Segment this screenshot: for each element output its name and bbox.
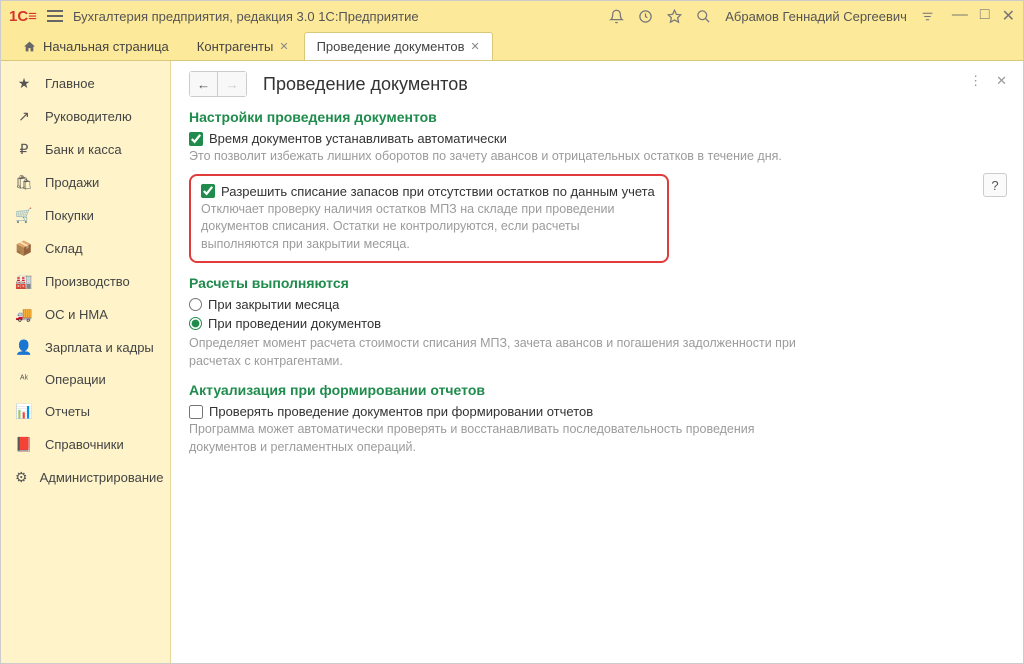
- radio-label: При проведении документов: [208, 316, 381, 331]
- tabbar: Начальная страница Контрагенты ✕ Проведе…: [1, 31, 1023, 61]
- sidebar-item-sales[interactable]: 🛍 Продажи: [1, 166, 170, 199]
- person-icon: 👤: [15, 339, 33, 356]
- section-settings-title: Настройки проведения документов: [189, 109, 1005, 125]
- sidebar-item-label: Администрирование: [40, 470, 164, 485]
- checkbox-input[interactable]: [201, 184, 215, 198]
- allow-writeoff-description: Отключает проверку наличия остатков МПЗ …: [201, 201, 657, 254]
- titlebar-actions: Абрамов Геннадий Сергеевич: [609, 9, 934, 24]
- maximize-button[interactable]: □: [980, 6, 990, 26]
- close-icon[interactable]: ✕: [279, 40, 288, 53]
- checkbox-label: Проверять проведение документов при форм…: [209, 404, 593, 419]
- sidebar-item-label: Склад: [45, 241, 83, 256]
- dtk-icon: ᴬᵏ: [15, 374, 33, 385]
- star-icon[interactable]: [667, 9, 682, 24]
- checkbox-input[interactable]: [189, 405, 203, 419]
- home-icon: [22, 40, 37, 53]
- auto-time-description: Это позволит избежать лишних оборотов по…: [189, 148, 1005, 166]
- search-icon[interactable]: [696, 9, 711, 24]
- filter-icon[interactable]: [921, 10, 934, 23]
- checkbox-check-reports[interactable]: Проверять проведение документов при форм…: [189, 404, 1005, 419]
- checkbox-label: Время документов устанавливать автоматич…: [209, 131, 507, 146]
- checkbox-label: Разрешить списание запасов при отсутстви…: [221, 184, 655, 199]
- content-header: ← → Проведение документов: [189, 71, 1005, 97]
- app-title: Бухгалтерия предприятия, редакция 3.0 1С…: [73, 9, 599, 24]
- nav-arrows: ← →: [189, 71, 247, 97]
- content-controls: ⋮ ✕: [969, 73, 1007, 89]
- calculations-description: Определяет момент расчета стоимости спис…: [189, 335, 809, 370]
- back-button[interactable]: ←: [190, 72, 218, 96]
- sidebar-item-bank[interactable]: ₽ Банк и касса: [1, 133, 170, 166]
- history-icon[interactable]: [638, 9, 653, 24]
- radio-input[interactable]: [189, 298, 202, 311]
- ruble-icon: ₽: [15, 141, 33, 158]
- checkbox-input[interactable]: [189, 132, 203, 146]
- sidebar-item-manager[interactable]: ↗ Руководителю: [1, 100, 170, 133]
- sidebar-item-purchases[interactable]: 🛒 Покупки: [1, 199, 170, 232]
- radio-on-document-post[interactable]: При проведении документов: [189, 316, 1005, 331]
- bars-icon: 📊: [15, 403, 33, 420]
- window-controls: — □ ✕: [952, 6, 1015, 26]
- radio-label: При закрытии месяца: [208, 297, 339, 312]
- book-icon: 📕: [15, 436, 33, 453]
- checkbox-allow-writeoff[interactable]: Разрешить списание запасов при отсутстви…: [201, 184, 657, 199]
- sidebar-item-label: Производство: [45, 274, 130, 289]
- cart-icon: 🛒: [15, 207, 33, 224]
- tab-contragents-label: Контрагенты: [197, 39, 274, 54]
- sidebar-item-warehouse[interactable]: 📦 Склад: [1, 232, 170, 265]
- section-actualization-title: Актуализация при формировании отчетов: [189, 382, 1005, 398]
- radio-input[interactable]: [189, 317, 202, 330]
- sidebar-item-salary[interactable]: 👤 Зарплата и кадры: [1, 331, 170, 364]
- user-name[interactable]: Абрамов Геннадий Сергеевич: [725, 9, 907, 24]
- gear-icon: ⚙: [15, 469, 28, 486]
- sidebar-item-label: Операции: [45, 372, 106, 387]
- sidebar-item-label: Отчеты: [45, 404, 90, 419]
- sidebar-item-catalogs[interactable]: 📕 Справочники: [1, 428, 170, 461]
- sidebar-item-label: ОС и НМА: [45, 307, 108, 322]
- sidebar-item-label: Покупки: [45, 208, 94, 223]
- close-icon[interactable]: ✕: [470, 40, 479, 53]
- highlight-allow-writeoff: Разрешить списание запасов при отсутстви…: [189, 174, 669, 264]
- star-icon: ★: [15, 75, 33, 92]
- sidebar-item-reports[interactable]: 📊 Отчеты: [1, 395, 170, 428]
- section-calculations-title: Расчеты выполняются: [189, 275, 1005, 291]
- bell-icon[interactable]: [609, 9, 624, 24]
- bag-icon: 🛍: [15, 174, 33, 191]
- tab-home[interactable]: Начальная страница: [9, 32, 182, 60]
- truck-icon: 🚚: [15, 306, 33, 323]
- sidebar-item-label: Руководителю: [45, 109, 132, 124]
- help-button[interactable]: ?: [983, 173, 1007, 197]
- content-pane: ⋮ ✕ ← → Проведение документов ? Настройк…: [171, 61, 1023, 663]
- sidebar-item-label: Справочники: [45, 437, 124, 452]
- factory-icon: 🏭: [15, 273, 33, 290]
- actualization-description: Программа может автоматически проверять …: [189, 421, 809, 456]
- sidebar-item-label: Главное: [45, 76, 95, 91]
- sidebar-item-label: Банк и касса: [45, 142, 122, 157]
- sidebar-item-production[interactable]: 🏭 Производство: [1, 265, 170, 298]
- tab-documents-label: Проведение документов: [317, 39, 465, 54]
- page-title: Проведение документов: [263, 74, 468, 95]
- sidebar-item-admin[interactable]: ⚙ Администрирование: [1, 461, 170, 494]
- close-button[interactable]: ✕: [1002, 6, 1015, 26]
- sidebar-item-operations[interactable]: ᴬᵏ Операции: [1, 364, 170, 395]
- close-icon[interactable]: ✕: [996, 73, 1007, 89]
- sidebar: ★ Главное ↗ Руководителю ₽ Банк и касса 🛍 Пр…: [1, 61, 171, 663]
- more-icon[interactable]: ⋮: [969, 73, 982, 89]
- sidebar-item-label: Продажи: [45, 175, 99, 190]
- tab-documents[interactable]: Проведение документов ✕: [304, 32, 493, 60]
- tab-home-label: Начальная страница: [43, 39, 169, 54]
- box-icon: 📦: [15, 240, 33, 257]
- forward-button: →: [218, 72, 246, 96]
- chart-icon: ↗: [15, 108, 33, 125]
- logo-1c: 1C≡: [9, 8, 37, 25]
- tab-contragents[interactable]: Контрагенты ✕: [184, 32, 302, 60]
- radio-on-month-close[interactable]: При закрытии месяца: [189, 297, 1005, 312]
- titlebar: 1C≡ Бухгалтерия предприятия, редакция 3.…: [1, 1, 1023, 31]
- sidebar-item-assets[interactable]: 🚚 ОС и НМА: [1, 298, 170, 331]
- hamburger-icon[interactable]: [47, 10, 63, 22]
- sidebar-item-main[interactable]: ★ Главное: [1, 67, 170, 100]
- sidebar-item-label: Зарплата и кадры: [45, 340, 154, 355]
- minimize-button[interactable]: —: [952, 6, 968, 26]
- checkbox-auto-time[interactable]: Время документов устанавливать автоматич…: [189, 131, 1005, 146]
